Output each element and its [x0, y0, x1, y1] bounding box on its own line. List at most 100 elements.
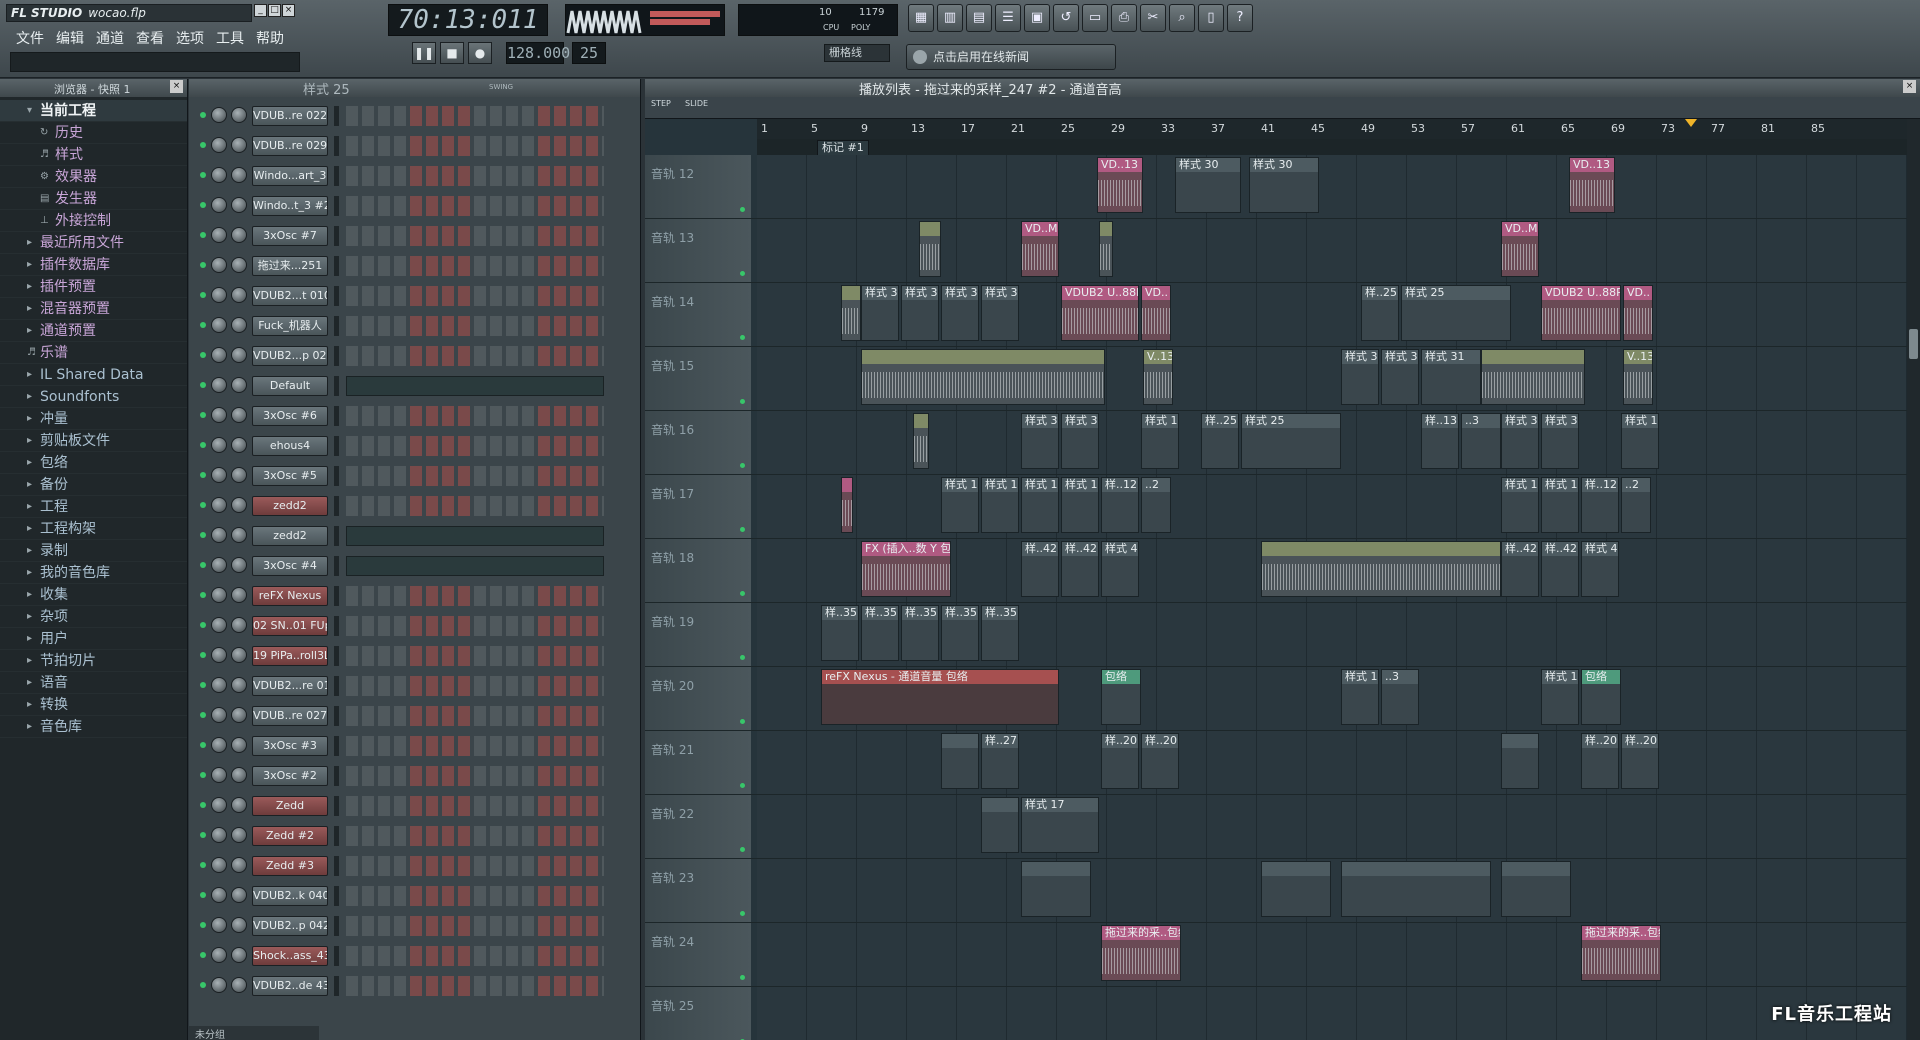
- channel-select[interactable]: [334, 196, 339, 216]
- pattern-clip[interactable]: [1261, 541, 1501, 597]
- volume-knob[interactable]: [231, 257, 247, 273]
- channel-name-button[interactable]: Fuck_机器人: [252, 316, 328, 336]
- pattern-clip[interactable]: 样式 41: [1101, 541, 1139, 597]
- pattern-clip[interactable]: [1341, 861, 1491, 917]
- pattern-clip[interactable]: 样..35: [861, 605, 899, 661]
- step-sequencer[interactable]: [346, 916, 604, 936]
- browser-item[interactable]: ▸ 我的音色库: [0, 562, 187, 584]
- track-mute-led[interactable]: [740, 399, 745, 404]
- channel-name-button[interactable]: zedd2: [252, 526, 328, 546]
- browser-item[interactable]: ▸ 通道预置: [0, 320, 187, 342]
- pan-knob[interactable]: [211, 977, 227, 993]
- pattern-clip[interactable]: [919, 221, 941, 277]
- piano-roll-preview[interactable]: [346, 376, 604, 396]
- mute-led[interactable]: [200, 952, 206, 958]
- track-lane[interactable]: 样..27 样..20 样..20 样..20 样..20: [757, 731, 1907, 794]
- channel-select[interactable]: [334, 556, 339, 576]
- pan-knob[interactable]: [211, 377, 227, 393]
- pattern-clip[interactable]: 样式 13: [1341, 669, 1379, 725]
- channel-row[interactable]: Windo...art_3: [189, 161, 641, 191]
- channel-row[interactable]: 02 SN..01 FUp: [189, 611, 641, 641]
- pan-knob[interactable]: [211, 467, 227, 483]
- track-label[interactable]: 音轨 15: [645, 347, 751, 410]
- pan-knob[interactable]: [211, 317, 227, 333]
- pattern-clip[interactable]: 样..20: [1581, 733, 1619, 789]
- volume-knob[interactable]: [231, 767, 247, 783]
- step-sequencer[interactable]: [346, 256, 604, 276]
- mute-led[interactable]: [200, 202, 206, 208]
- channel-row[interactable]: 3xOsc #2: [189, 761, 641, 791]
- step-sequencer[interactable]: [346, 436, 604, 456]
- browser-item[interactable]: ▸ 杂项: [0, 606, 187, 628]
- volume-knob[interactable]: [231, 527, 247, 543]
- channel-row[interactable]: 3xOsc #5: [189, 461, 641, 491]
- browser-item[interactable]: ▸ 语音: [0, 672, 187, 694]
- track-lane[interactable]: V..13 样式 31 样式 31 样式 31 V..13: [757, 347, 1907, 410]
- channel-name-button[interactable]: VDUB2..de 43: [252, 976, 328, 996]
- step-sequencer[interactable]: [346, 466, 604, 486]
- browser-item[interactable]: ▸ 插件预置: [0, 276, 187, 298]
- channel-name-button[interactable]: Default: [252, 376, 328, 396]
- channel-name-button[interactable]: VDUB2..k 040: [252, 886, 328, 906]
- channel-select[interactable]: [334, 856, 339, 876]
- channel-select[interactable]: [334, 616, 339, 636]
- channel-name-button[interactable]: 3xOsc #6: [252, 406, 328, 426]
- volume-knob[interactable]: [231, 677, 247, 693]
- pan-knob[interactable]: [211, 647, 227, 663]
- browser-item[interactable]: ▸ 工程: [0, 496, 187, 518]
- pattern-clip[interactable]: 样式 31: [941, 285, 979, 341]
- channel-row[interactable]: ehous4: [189, 431, 641, 461]
- pattern-clip[interactable]: 样式 13: [941, 477, 979, 533]
- volume-knob[interactable]: [231, 227, 247, 243]
- pattern-clip[interactable]: VDUB2 U..88PM: [1061, 285, 1139, 341]
- pattern-clip[interactable]: 样..35: [981, 605, 1019, 661]
- volume-knob[interactable]: [231, 467, 247, 483]
- channel-row[interactable]: zedd2: [189, 521, 641, 551]
- channel-select[interactable]: [334, 106, 339, 126]
- pan-knob[interactable]: [211, 437, 227, 453]
- pattern-clip[interactable]: 样式 25: [1401, 285, 1511, 341]
- mute-led[interactable]: [200, 832, 206, 838]
- pattern-clip[interactable]: ..2: [1141, 477, 1171, 533]
- browser-item[interactable]: ♬ 样式: [0, 144, 187, 166]
- channel-row[interactable]: 3xOsc #4: [189, 551, 641, 581]
- step-sequencer[interactable]: [346, 196, 604, 216]
- pattern-clip[interactable]: 样式 31: [901, 285, 939, 341]
- pattern-clip[interactable]: 样..25: [1361, 285, 1399, 341]
- pattern-clip[interactable]: reFX Nexus - 通道音量 包络: [821, 669, 1059, 725]
- pattern-clip[interactable]: 样式 31: [1501, 413, 1539, 469]
- track-mute-led[interactable]: [740, 655, 745, 660]
- pattern-clip[interactable]: 样..42: [1541, 541, 1579, 597]
- pan-knob[interactable]: [211, 407, 227, 423]
- volume-knob[interactable]: [231, 947, 247, 963]
- channel-select[interactable]: [334, 376, 339, 396]
- pattern-clip[interactable]: [1481, 349, 1585, 405]
- channel-select[interactable]: [334, 346, 339, 366]
- pattern-clip[interactable]: ..3: [1381, 669, 1419, 725]
- track-mute-led[interactable]: [740, 207, 745, 212]
- channel-row[interactable]: reFX Nexus: [189, 581, 641, 611]
- track-mute-led[interactable]: [740, 591, 745, 596]
- channel-row[interactable]: Zedd #2: [189, 821, 641, 851]
- channel-select[interactable]: [334, 436, 339, 456]
- settings-icon[interactable]: ✂: [1140, 4, 1166, 32]
- playlist-icon[interactable]: ▦: [908, 4, 934, 32]
- mute-led[interactable]: [200, 142, 206, 148]
- step-sequencer[interactable]: [346, 736, 604, 756]
- pattern-clip[interactable]: 样式 31: [1421, 349, 1481, 405]
- browser-item[interactable]: ▸ 冲量: [0, 408, 187, 430]
- marker[interactable]: 标记 #1: [817, 140, 869, 156]
- channel-select[interactable]: [334, 676, 339, 696]
- browser-item[interactable]: ⚙ 效果器: [0, 166, 187, 188]
- channel-select[interactable]: [334, 826, 339, 846]
- channel-row[interactable]: 3xOsc #3: [189, 731, 641, 761]
- mute-led[interactable]: [200, 112, 206, 118]
- channel-row[interactable]: VDUB2...p 020: [189, 341, 641, 371]
- channel-name-button[interactable]: VDUB2...t 010: [252, 286, 328, 306]
- pan-knob[interactable]: [211, 797, 227, 813]
- pan-knob[interactable]: [211, 617, 227, 633]
- pattern-clip[interactable]: 样式 17: [1021, 797, 1099, 853]
- channel-row[interactable]: Zedd: [189, 791, 641, 821]
- track-lane[interactable]: [757, 987, 1907, 1040]
- time-display[interactable]: 70:13:011: [388, 4, 548, 36]
